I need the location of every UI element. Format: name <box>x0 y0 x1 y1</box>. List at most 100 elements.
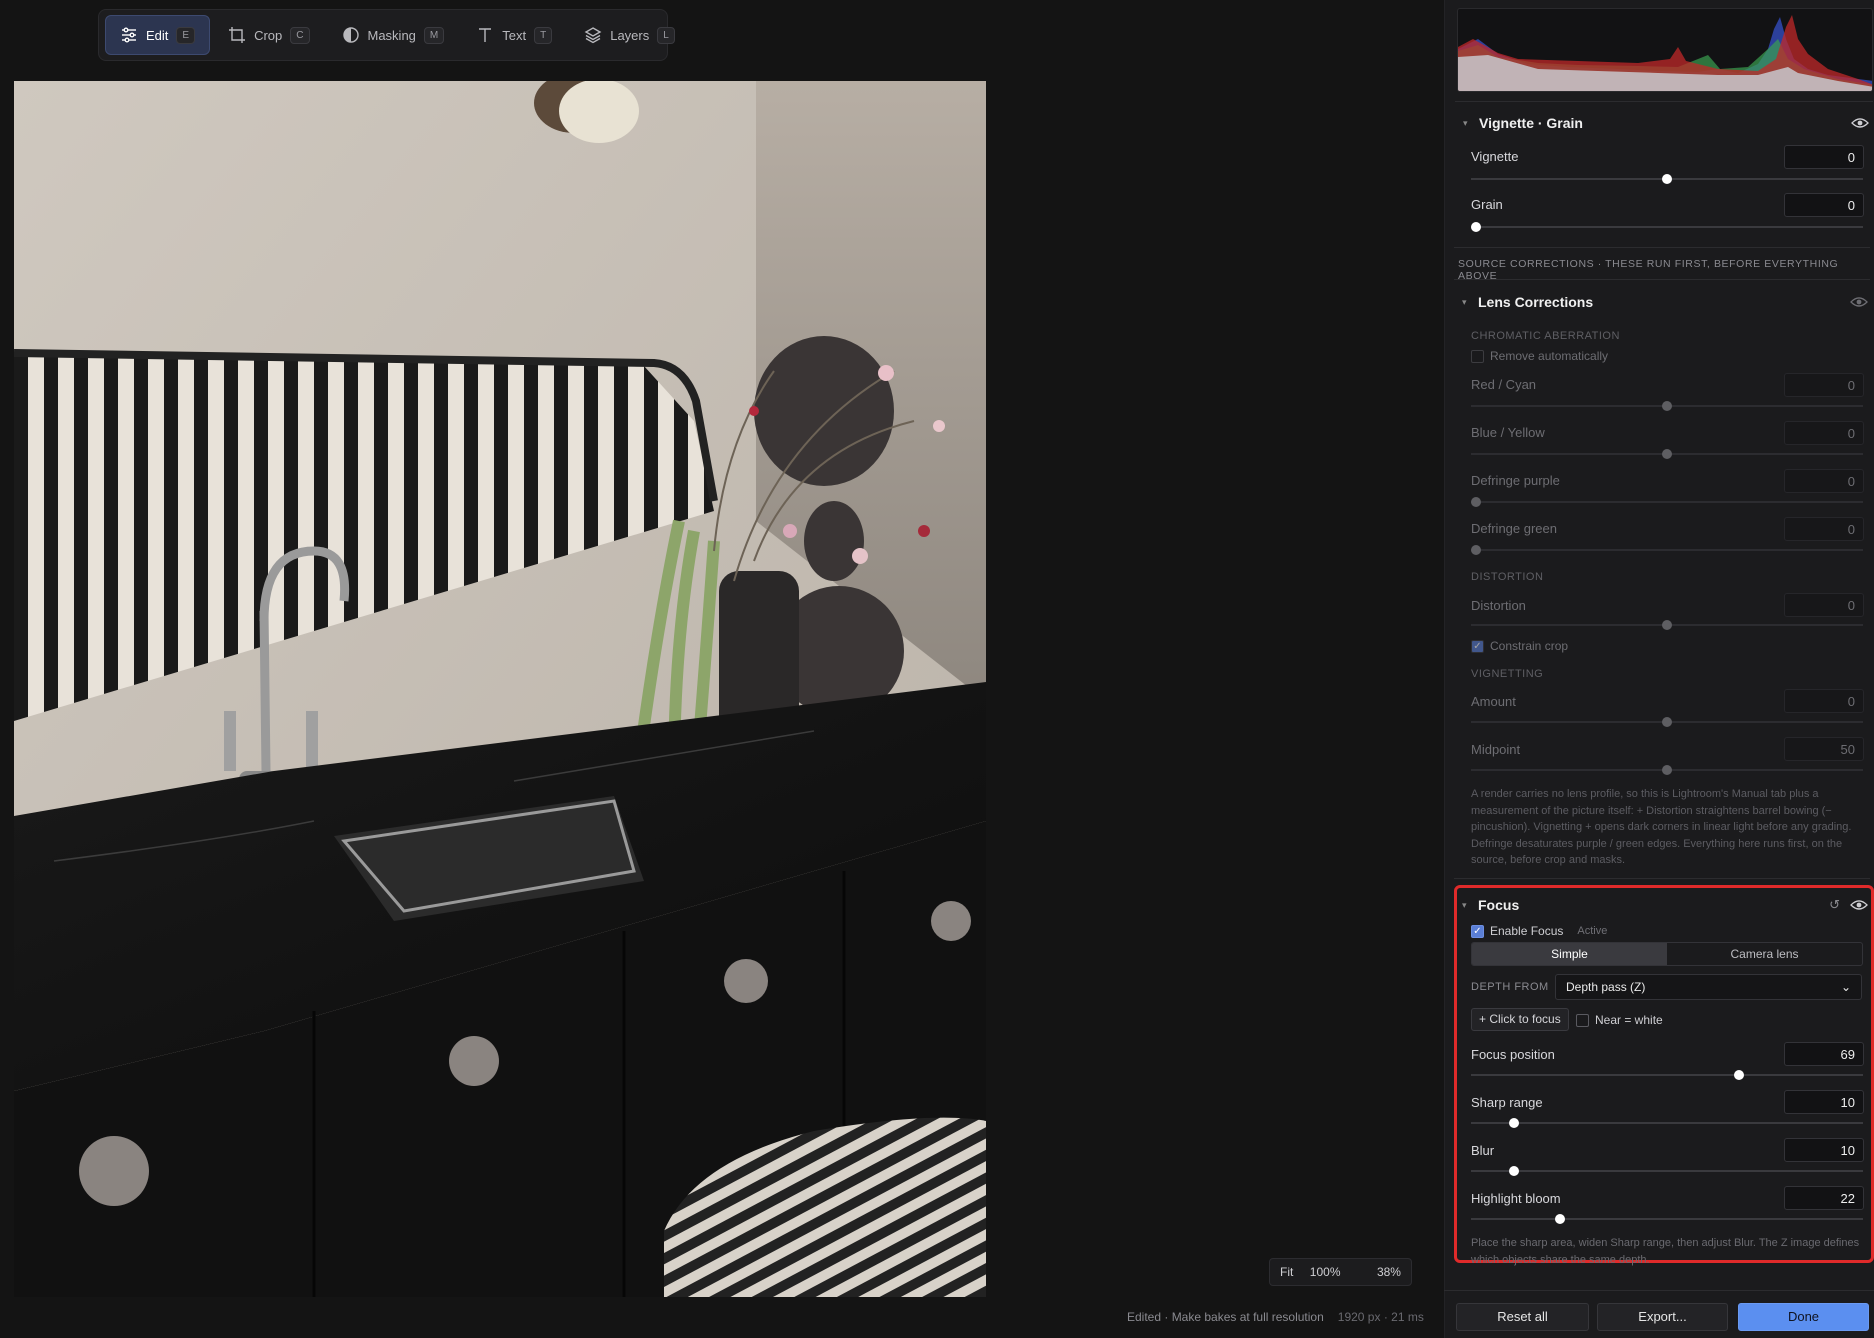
tool-layers[interactable]: Layers L <box>570 15 689 55</box>
red-cyan-slider[interactable] <box>1471 401 1863 411</box>
tool-edit[interactable]: Edit E <box>105 15 211 55</box>
midpoint-value[interactable]: 50 <box>1784 737 1864 761</box>
tool-edit-key: E <box>176 26 196 44</box>
vignette-slider-thumb[interactable] <box>1662 174 1672 184</box>
defringe-purple-value[interactable]: 0 <box>1784 469 1864 493</box>
focus-position-value[interactable]: 69 <box>1784 1042 1864 1066</box>
section-title: Focus <box>1478 897 1520 913</box>
slider-thumb[interactable] <box>1662 717 1672 727</box>
grain-value[interactable]: 0 <box>1784 193 1864 217</box>
section-title: Vignette · Grain <box>1479 115 1583 131</box>
done-button[interactable]: Done <box>1738 1303 1869 1331</box>
click-to-focus-button[interactable]: + Click to focus <box>1471 1008 1569 1031</box>
blur-slider[interactable] <box>1471 1166 1863 1176</box>
blue-yellow-slider[interactable] <box>1471 449 1863 459</box>
half-circle-icon <box>342 27 359 43</box>
tool-crop-label: Crop <box>254 27 283 43</box>
section-focus[interactable]: ▾ Focus ↺ <box>1462 893 1868 917</box>
vignette-slider[interactable] <box>1471 174 1863 184</box>
slider-thumb[interactable] <box>1509 1166 1519 1176</box>
eye-icon[interactable] <box>1850 296 1868 308</box>
slider-thumb[interactable] <box>1509 1118 1519 1128</box>
kitchen-photo <box>14 81 986 1297</box>
tool-crop-key: C <box>290 26 310 44</box>
reset-icon[interactable]: ↺ <box>1829 897 1840 913</box>
chevron-down-icon: ▾ <box>1462 296 1467 307</box>
tool-masking[interactable]: Masking M <box>328 15 459 55</box>
red-cyan-value[interactable]: 0 <box>1784 373 1864 397</box>
near-white-checkbox[interactable]: Near = white <box>1576 1013 1663 1027</box>
slider-thumb[interactable] <box>1662 765 1672 775</box>
focus-position-slider[interactable] <box>1471 1070 1863 1080</box>
remove-automatically-checkbox[interactable]: Remove automatically <box>1471 349 1608 363</box>
defringe-green-slider[interactable] <box>1471 545 1863 555</box>
status-bar: Edited · Make bakes at full resolution 1… <box>1127 1310 1424 1324</box>
export-button[interactable]: Export... <box>1597 1303 1728 1331</box>
sharp-range-value[interactable]: 10 <box>1784 1090 1864 1114</box>
tool-edit-label: Edit <box>146 27 169 43</box>
slider-thumb[interactable] <box>1734 1070 1744 1080</box>
lens-note: A render carries no lens profile, so thi… <box>1471 788 1852 866</box>
defringe-purple-slider[interactable] <box>1471 497 1863 507</box>
checkbox-checked[interactable]: ✓ <box>1471 924 1484 938</box>
zoom-fit-button[interactable]: Fit <box>1280 1265 1293 1279</box>
highlight-bloom-value[interactable]: 22 <box>1784 1186 1864 1210</box>
distortion-slider[interactable] <box>1471 620 1863 630</box>
section-vignette-grain[interactable]: ▾ Vignette · Grain <box>1463 111 1869 135</box>
checkbox-label: Constrain crop <box>1490 639 1569 653</box>
vignette-value[interactable]: 0 <box>1784 145 1864 169</box>
tool-text-label: Text <box>502 27 527 43</box>
slider-thumb[interactable] <box>1662 401 1672 411</box>
slider-thumb[interactable] <box>1662 620 1672 630</box>
checkbox-label: Enable Focus <box>1490 924 1564 938</box>
checkbox[interactable] <box>1471 349 1484 363</box>
eye-icon[interactable] <box>1851 117 1869 129</box>
distortion-value[interactable]: 0 <box>1784 593 1864 617</box>
tool-layers-label: Layers <box>610 27 650 43</box>
grain-label: Grain <box>1471 197 1503 212</box>
section-lens-corrections[interactable]: ▾ Lens Corrections <box>1462 290 1868 314</box>
midpoint-slider[interactable] <box>1471 765 1863 775</box>
constrain-crop-checkbox[interactable]: ✓ Constrain crop <box>1471 639 1568 653</box>
divider <box>1454 279 1870 280</box>
reset-all-button[interactable]: Reset all <box>1456 1303 1589 1331</box>
slider-thumb[interactable] <box>1662 449 1672 459</box>
checkbox-checked[interactable]: ✓ <box>1471 639 1484 653</box>
focus-position-label: Focus position <box>1471 1047 1555 1062</box>
sharp-range-slider[interactable] <box>1471 1118 1863 1128</box>
blue-yellow-value[interactable]: 0 <box>1784 421 1864 445</box>
slider-thumb[interactable] <box>1555 1214 1565 1224</box>
tool-text-key: T <box>534 26 553 44</box>
grain-slider-thumb[interactable] <box>1471 222 1481 232</box>
amount-slider[interactable] <box>1471 717 1863 727</box>
zoom-100-button[interactable]: 100% <box>1310 1265 1341 1279</box>
blur-label: Blur <box>1471 1143 1495 1158</box>
focus-note: Place the sharp area, widen Sharp range,… <box>1471 1237 1860 1266</box>
tool-crop[interactable]: Crop C <box>214 15 323 55</box>
status-text: Edited · Make bakes at full resolution <box>1127 1310 1324 1324</box>
grain-slider[interactable] <box>1471 222 1863 232</box>
sliders-icon <box>122 27 136 43</box>
defringe-green-value[interactable]: 0 <box>1784 517 1864 541</box>
mode-simple-button[interactable]: Simple <box>1472 943 1667 965</box>
slider-thumb[interactable] <box>1471 545 1481 555</box>
photo-canvas[interactable] <box>14 81 986 1297</box>
enable-focus-checkbox[interactable]: ✓ Enable Focus Active <box>1471 924 1607 938</box>
tool-masking-key: M <box>423 26 445 44</box>
depth-source-select[interactable]: Depth pass (Z) ⌄ <box>1555 974 1862 1000</box>
checkbox[interactable] <box>1576 1013 1589 1027</box>
chevron-down-icon: ▾ <box>1463 117 1468 128</box>
tool-text[interactable]: Text T <box>462 15 566 55</box>
status-meta: 1920 px · 21 ms <box>1337 1310 1424 1324</box>
slider-thumb[interactable] <box>1471 497 1481 507</box>
defringe-purple-label: Defringe purple <box>1471 473 1560 488</box>
amount-value[interactable]: 0 <box>1784 689 1864 713</box>
highlight-bloom-slider[interactable] <box>1471 1214 1863 1224</box>
eye-icon[interactable] <box>1850 899 1868 911</box>
active-badge: Active <box>1577 925 1608 937</box>
zoom-control: Fit 100% 38% <box>1269 1258 1412 1286</box>
mode-camera-lens-button[interactable]: Camera lens <box>1667 943 1862 965</box>
tool-masking-label: Masking <box>367 27 416 43</box>
blur-value[interactable]: 10 <box>1784 1138 1864 1162</box>
crop-icon <box>229 27 246 43</box>
